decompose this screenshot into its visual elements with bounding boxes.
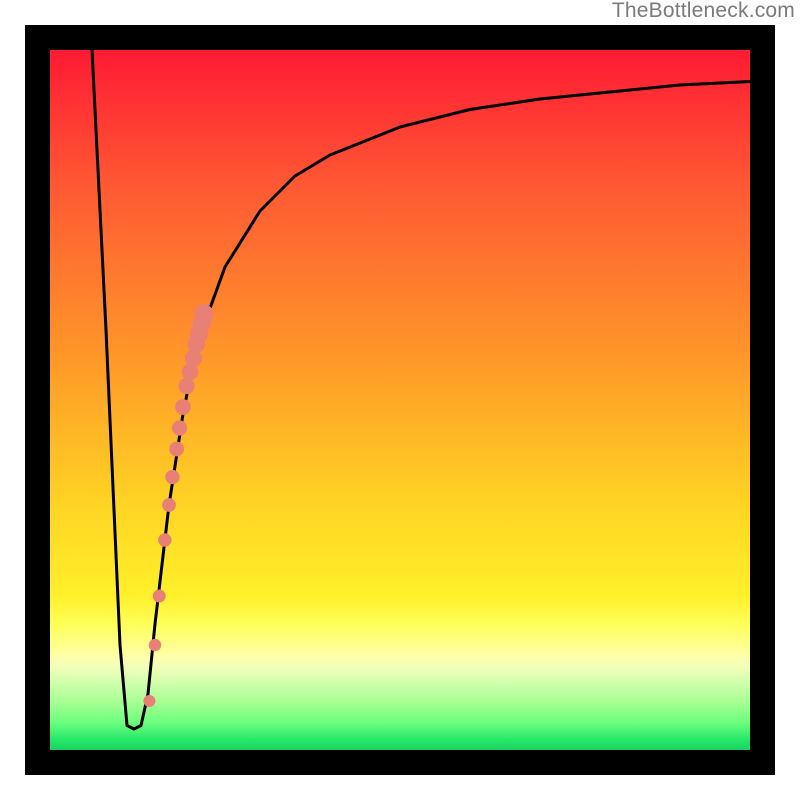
bottleneck-chart: TheBottleneck.com xyxy=(0,0,800,800)
watermark-text: TheBottleneck.com xyxy=(612,0,795,23)
plot-frame xyxy=(25,25,775,775)
gradient-background xyxy=(50,50,750,750)
